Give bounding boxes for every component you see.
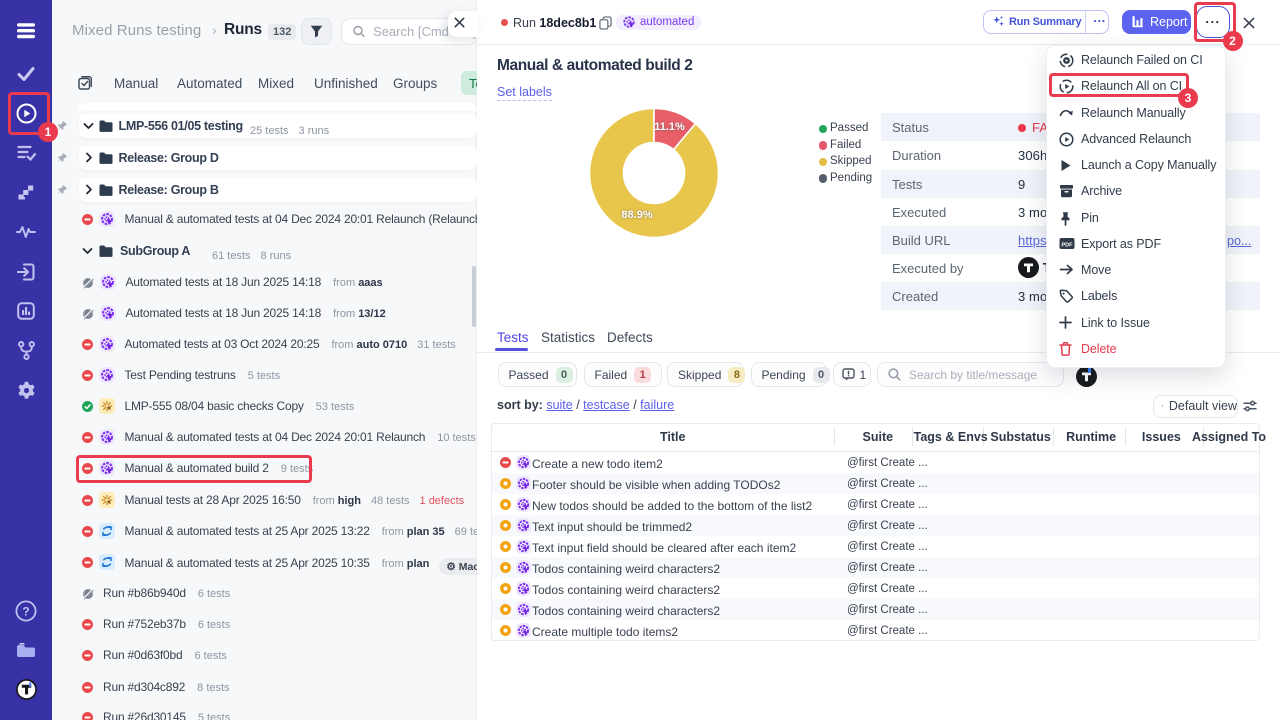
svg-text:11.1%: 11.1% bbox=[654, 121, 685, 133]
svg-text:PDF: PDF bbox=[1062, 242, 1074, 248]
svg-text:?: ? bbox=[22, 604, 29, 618]
svg-text:88.9%: 88.9% bbox=[621, 209, 652, 221]
